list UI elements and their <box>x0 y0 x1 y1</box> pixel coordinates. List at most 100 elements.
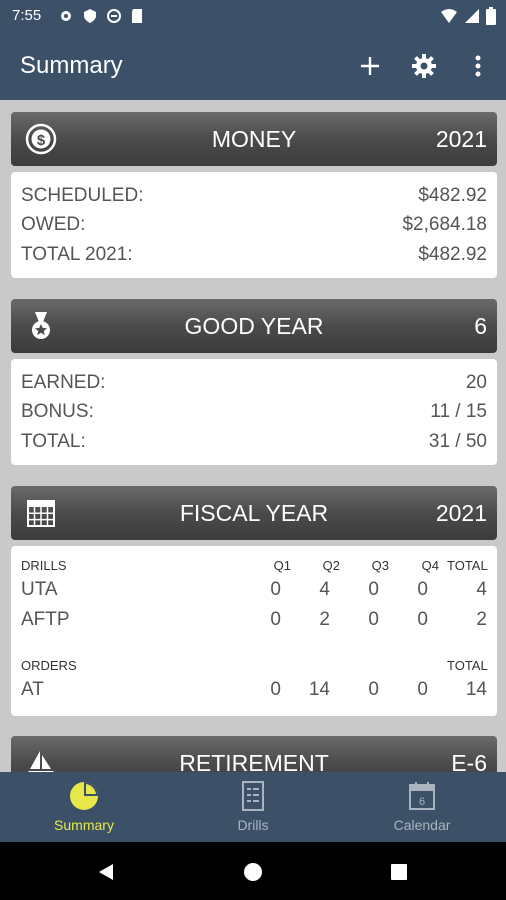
more-vert-icon <box>475 55 481 77</box>
order-row-at: AT 0 14 0 0 14 <box>21 679 487 703</box>
nav-item-summary[interactable]: Summary <box>0 772 168 842</box>
nav-label-drills: Drills <box>237 817 269 833</box>
drill-q2: 4 <box>319 579 330 600</box>
drill-q2: 2 <box>319 609 330 630</box>
drill-q3: 0 <box>368 609 379 630</box>
row-label: BONUS: <box>21 401 94 422</box>
row-value: $482.92 <box>418 185 487 206</box>
app-bar: Summary <box>0 32 506 100</box>
app-bar-actions <box>354 50 494 82</box>
drill-total: 4 <box>476 579 487 600</box>
status-notification-icons <box>58 8 144 24</box>
calendar-icon: 6 <box>409 782 435 810</box>
row-label: EARNED: <box>21 372 106 393</box>
orders-header-row: ORDERS TOTAL <box>21 658 488 674</box>
status-time: 7:55 <box>12 7 42 24</box>
fiscal-year-value: 2021 <box>435 500 487 526</box>
wifi-icon <box>441 9 457 23</box>
order-q4: 0 <box>417 679 428 700</box>
row-label: OWED: <box>21 214 86 235</box>
col-header-total: TOTAL <box>447 558 488 573</box>
order-q1: 0 <box>270 679 281 700</box>
drill-label: UTA <box>21 579 58 600</box>
row-value: $482.92 <box>418 244 487 265</box>
drill-q3: 0 <box>368 579 379 600</box>
good-year-card-body: EARNED: 20 BONUS: 11 / 15 TOTAL: 31 / 50 <box>11 359 497 465</box>
good-year-card-header[interactable]: GOOD YEAR 6 <box>11 299 497 353</box>
good-year-count: 6 <box>474 313 487 339</box>
status-system-icons <box>440 7 496 25</box>
good-year-row-earned: EARNED: 20 <box>21 372 487 396</box>
drill-total: 2 <box>476 609 487 630</box>
sdcard-notification-icon <box>132 9 142 23</box>
back-icon[interactable] <box>96 862 116 882</box>
order-total: 14 <box>465 679 487 700</box>
good-year-row-total: TOTAL: 31 / 50 <box>21 431 487 455</box>
home-icon[interactable] <box>243 862 263 882</box>
col-header-q1: Q1 <box>273 558 291 573</box>
drill-q1: 0 <box>270 579 281 600</box>
gear-icon <box>412 54 436 78</box>
money-card-header[interactable]: $ MONEY 2021 <box>11 112 497 166</box>
sync-notification-icon <box>107 9 121 23</box>
row-label: TOTAL: <box>21 431 86 452</box>
fiscal-year-card-body: DRILLS Q1 Q2 Q3 Q4 TOTAL UTA 0 4 0 0 4 A… <box>11 546 497 716</box>
drill-q4: 0 <box>417 609 428 630</box>
drill-row-uta: UTA 0 4 0 0 4 <box>21 579 487 603</box>
add-button[interactable] <box>354 50 386 82</box>
row-value: 11 / 15 <box>430 401 487 422</box>
order-q2: 14 <box>308 679 330 700</box>
pie-chart-icon <box>70 782 98 810</box>
drill-q4: 0 <box>417 579 428 600</box>
page-title: Summary <box>20 52 123 79</box>
row-value: $2,684.18 <box>402 214 487 235</box>
bottom-navigation: Summary Drills 6 Calendar <box>0 772 506 842</box>
drills-header-row: DRILLS Q1 Q2 Q3 Q4 TOTAL <box>21 558 488 574</box>
fiscal-year-title: FISCAL YEAR <box>179 500 329 526</box>
list-document-icon <box>242 781 264 811</box>
recents-icon[interactable] <box>390 863 408 881</box>
battery-icon <box>486 7 496 25</box>
col-header-q3: Q3 <box>371 558 389 573</box>
money-row-total: TOTAL 2021: $482.92 <box>21 244 487 268</box>
retirement-title: RETIREMENT <box>179 750 329 772</box>
nav-label-summary: Summary <box>54 817 114 833</box>
orders-total-header: TOTAL <box>447 658 488 673</box>
svg-text:6: 6 <box>419 796 425 808</box>
shield-notification-icon <box>84 9 96 23</box>
col-header-q4: Q4 <box>421 558 439 573</box>
col-header-q2: Q2 <box>322 558 340 573</box>
fiscal-year-card-header[interactable]: FISCAL YEAR 2021 <box>11 486 497 540</box>
plus-icon <box>361 57 379 75</box>
money-title: MONEY <box>211 126 297 152</box>
retirement-rank: E-6 <box>451 750 487 772</box>
settings-button[interactable] <box>408 50 440 82</box>
money-year: 2021 <box>435 126 487 152</box>
overflow-menu-button[interactable] <box>462 50 494 82</box>
money-row-scheduled: SCHEDULED: $482.92 <box>21 185 487 209</box>
money-row-owed: OWED: $2,684.18 <box>21 214 487 238</box>
orders-header: ORDERS <box>21 658 77 673</box>
order-q3: 0 <box>368 679 379 700</box>
nav-item-calendar[interactable]: 6 Calendar <box>338 772 506 842</box>
status-bar: 7:55 <box>0 0 506 32</box>
summary-content[interactable]: $ MONEY 2021 SCHEDULED: $482.92 OWED: $2… <box>0 100 506 772</box>
system-navigation-bar <box>0 842 506 900</box>
order-label: AT <box>21 679 44 700</box>
nav-item-drills[interactable]: Drills <box>169 772 337 842</box>
good-year-row-bonus: BONUS: 11 / 15 <box>21 401 487 425</box>
drill-label: AFTP <box>21 609 70 630</box>
row-label: SCHEDULED: <box>21 185 144 206</box>
nav-label-calendar: Calendar <box>393 817 451 833</box>
drills-header: DRILLS <box>21 558 67 573</box>
drill-q1: 0 <box>270 609 281 630</box>
retirement-card-header[interactable]: RETIREMENT E-6 <box>11 736 497 772</box>
row-value: 31 / 50 <box>428 431 487 452</box>
row-value: 20 <box>465 372 487 393</box>
row-label: TOTAL 2021: <box>21 244 133 265</box>
gear-notification-icon <box>61 11 71 21</box>
drill-row-aftp: AFTP 0 2 0 0 2 <box>21 609 487 633</box>
good-year-title: GOOD YEAR <box>184 313 324 339</box>
signal-icon <box>465 9 479 23</box>
money-card-body: SCHEDULED: $482.92 OWED: $2,684.18 TOTAL… <box>11 172 497 278</box>
